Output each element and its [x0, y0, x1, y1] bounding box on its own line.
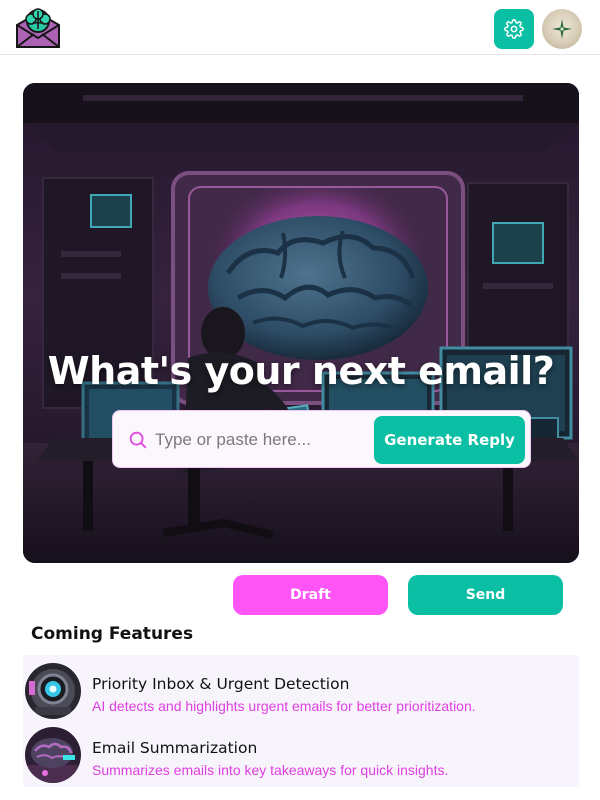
hero-banner: What's your next email? Generate Reply: [23, 83, 579, 563]
feature-title: Priority Inbox & Urgent Detection: [92, 675, 350, 693]
robot-eye-thumbnail-icon: [25, 663, 81, 719]
compass-star-icon: [552, 19, 572, 39]
features-heading: Coming Features: [31, 624, 194, 644]
features-list: Priority Inbox & Urgent Detection AI det…: [23, 655, 579, 787]
feature-description: AI detects and highlights urgent emails …: [92, 698, 476, 714]
generate-reply-button[interactable]: Generate Reply: [374, 416, 525, 464]
gear-icon: [504, 19, 524, 39]
user-avatar[interactable]: [542, 9, 582, 49]
feature-title: Email Summarization: [92, 739, 258, 757]
send-button[interactable]: Send: [408, 575, 563, 615]
cyber-brain-thumbnail-icon: [25, 727, 81, 783]
hero-title: What's your next email?: [47, 349, 555, 393]
feature-item-email-summarization[interactable]: Email Summarization Summarizes emails in…: [23, 722, 579, 784]
email-text-input[interactable]: [155, 421, 365, 459]
email-input-bar: Generate Reply: [112, 410, 531, 468]
draft-button[interactable]: Draft: [233, 575, 388, 615]
brain-envelope-logo-icon[interactable]: [14, 7, 62, 51]
feature-description: Summarizes emails into key takeaways for…: [92, 762, 449, 778]
settings-button[interactable]: [494, 9, 534, 49]
hero-illustration: [23, 83, 579, 563]
search-icon: [129, 431, 147, 449]
feature-item-priority-inbox[interactable]: Priority Inbox & Urgent Detection AI det…: [23, 658, 579, 720]
app-header: [0, 0, 600, 55]
